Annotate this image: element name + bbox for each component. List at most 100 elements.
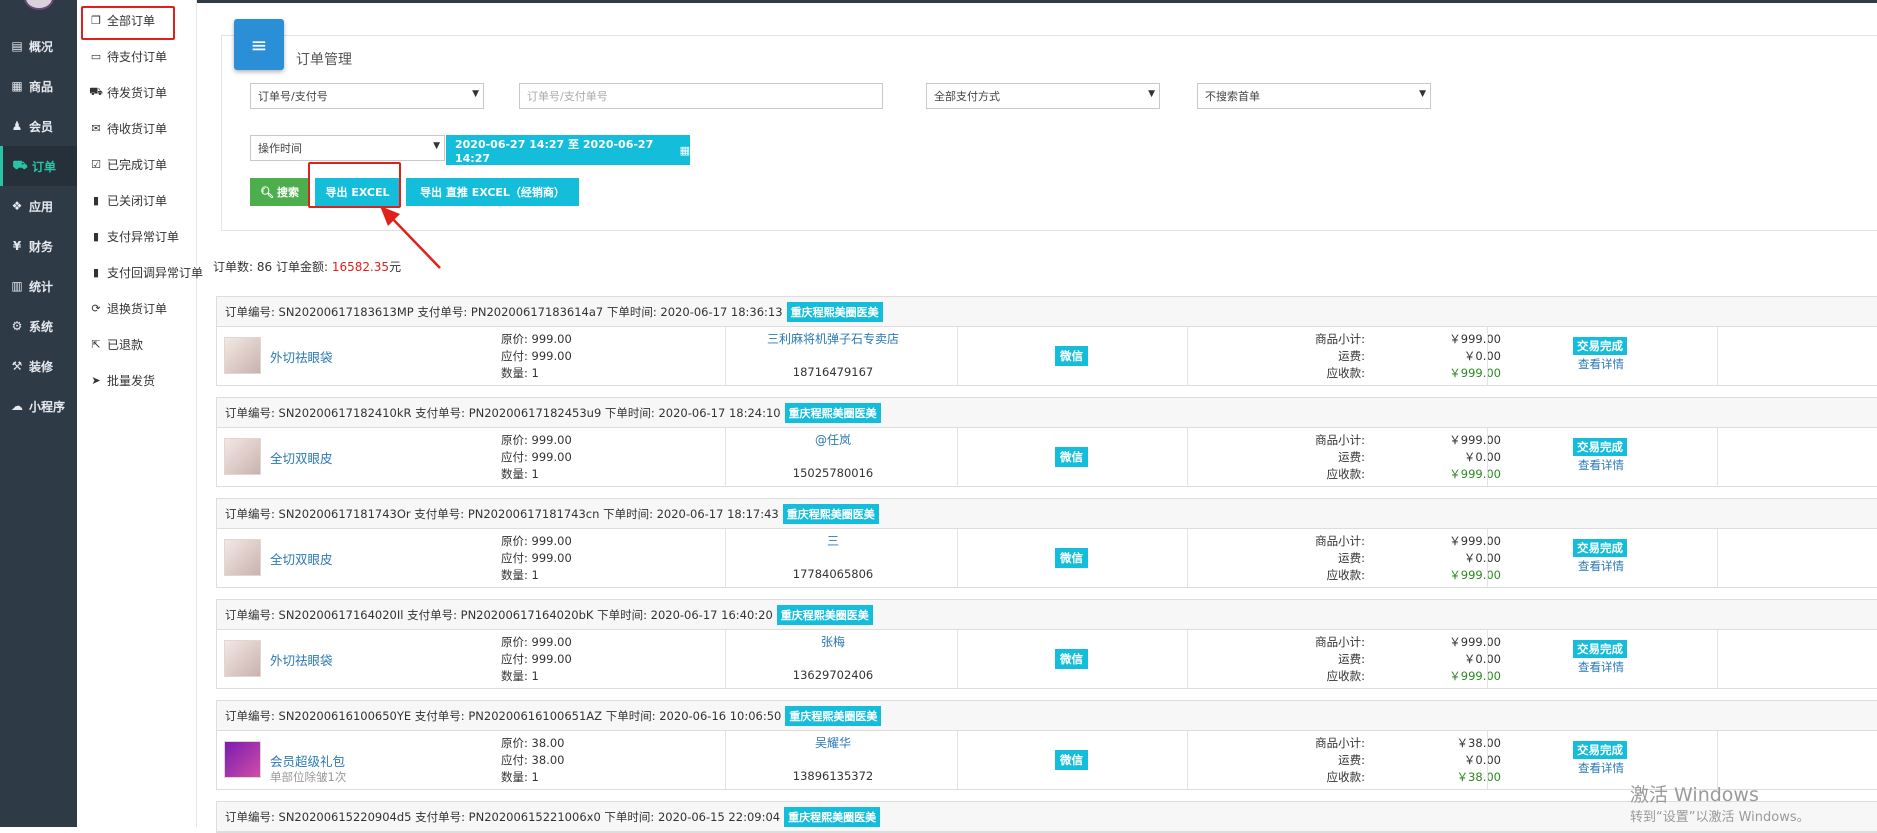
order-header: 订单编号: SN20200616100650YE 支付单号: PN2020061… <box>217 701 1877 731</box>
sidebar-label: 财务 <box>29 239 54 254</box>
subtotal-value: ￥999.00 <box>1449 635 1501 649</box>
order-row: 外切祛眼袋 原价: 999.00 应付: 999.00 数量: 1 张梅 13629702… <box>217 630 1877 688</box>
sidebar-item-miniprogram[interactable]: ☁ 小程序 <box>0 386 77 426</box>
search-button[interactable]: 🔍︎ 搜索 <box>250 178 309 206</box>
subtotal-value: ￥999.00 <box>1449 332 1501 346</box>
sidebar-item-overview[interactable]: ▤ 概况 <box>0 26 77 66</box>
trash-icon: ▮ <box>92 265 100 279</box>
store-badge: 重庆程熙美圈医美 <box>786 301 883 322</box>
view-detail-link[interactable]: 查看详情 <box>1578 760 1624 776</box>
pay-method-select[interactable]: 全部支付方式 ▼ <box>926 83 1160 109</box>
quantity: 数量: 1 <box>501 568 539 582</box>
sidebar-item-decoration[interactable]: ⚒ 装修 <box>0 346 77 386</box>
search-input[interactable]: 订单号/支付单号 <box>519 83 883 109</box>
yen-icon: ¥ <box>12 239 22 253</box>
view-detail-link[interactable]: 查看详情 <box>1578 558 1624 574</box>
buyer-phone: 13896135372 <box>792 769 874 783</box>
payable-price: 应付: 999.00 <box>501 349 572 363</box>
product-name[interactable]: 全切双眼皮 <box>270 549 333 568</box>
divider <box>1487 731 1488 789</box>
time-type-select[interactable]: 操作时间 ▼ <box>250 135 445 161</box>
product-name[interactable]: 全切双眼皮 <box>270 448 333 467</box>
divider <box>957 731 958 789</box>
view-detail-link[interactable]: 查看详情 <box>1578 457 1624 473</box>
date-range-text: 2020-06-27 14:27 至 2020-06-27 14:27 <box>455 137 654 165</box>
select-value: 订单号/支付号 <box>258 90 328 103</box>
sidebar-label: 系统 <box>29 319 54 334</box>
quantity: 数量: 1 <box>501 669 539 683</box>
payable-price: 应付: 999.00 <box>501 450 572 464</box>
divider <box>1487 428 1488 486</box>
send-icon: ➤ <box>91 373 101 387</box>
order-summary: 订单数: 86 订单金额: 16582.35元 <box>213 258 401 275</box>
store-badge: 重庆程熙美圈医美 <box>782 503 879 524</box>
freight-value: ￥0.00 <box>1463 349 1501 363</box>
card-icon: ▭ <box>90 49 102 63</box>
receivable-label: 应收款: <box>1326 366 1365 380</box>
select-value: 不搜索首单 <box>1205 90 1260 103</box>
order-header: 订单编号: SN20200615220904d5 支付单号: PN2020061… <box>217 802 1877 832</box>
caret-down-icon: ▼ <box>472 89 479 99</box>
share-icon: ⇱ <box>91 337 101 351</box>
view-detail-link[interactable]: 查看详情 <box>1578 659 1624 675</box>
product-thumbnail[interactable] <box>224 741 261 778</box>
sidebar-item-stats[interactable]: ▥ 统计 <box>0 266 77 306</box>
store-badge: 重庆程熙美圈医美 <box>785 705 882 726</box>
buyer-name[interactable]: 三 <box>725 532 941 549</box>
search-placeholder: 订单号/支付单号 <box>527 90 608 103</box>
product-name[interactable]: 外切祛眼袋 <box>270 347 333 366</box>
product-name[interactable]: 会员超级礼包 <box>270 751 345 770</box>
product-name[interactable]: 外切祛眼袋 <box>270 650 333 669</box>
submenu-label: 支付异常订单 <box>107 229 180 244</box>
product-thumbnail[interactable] <box>224 640 261 677</box>
product-thumbnail[interactable] <box>224 337 261 374</box>
buyer-name[interactable]: 张梅 <box>725 633 941 650</box>
filter-type-select[interactable]: 订单号/支付号 ▼ <box>250 83 484 109</box>
order-header: 订单编号: SN20200617183613MP 支付单号: PN2020061… <box>217 297 1877 327</box>
divider <box>957 630 958 688</box>
order-meta: 订单编号: SN20200617182410kR 支付单号: PN2020061… <box>225 405 781 420</box>
sidebar-label: 小程序 <box>29 399 66 414</box>
receivable-label: 应收款: <box>1326 669 1365 683</box>
sidebar-item-apps[interactable]: ❖ 应用 <box>0 186 77 226</box>
buyer-name[interactable]: 吴耀华 <box>725 734 941 751</box>
buyer-name[interactable]: @任岚 <box>725 431 941 448</box>
view-detail-link[interactable]: 查看详情 <box>1578 356 1624 372</box>
sidebar-label: 商品 <box>29 79 54 94</box>
date-range-picker[interactable]: 2020-06-27 14:27 至 2020-06-27 14:27 ▦ <box>446 135 690 165</box>
order-meta: 订单编号: SN20200617183613MP 支付单号: PN2020061… <box>225 304 783 319</box>
product-thumbnail[interactable] <box>224 539 261 576</box>
divider <box>1187 529 1188 587</box>
original-price: 原价: 999.00 <box>501 433 572 447</box>
pay-method-badge: 微信 <box>1055 346 1088 366</box>
sidebar-item-finance[interactable]: ¥ 财务 <box>0 226 77 266</box>
receivable-value: ￥999.00 <box>1449 366 1501 380</box>
copy-icon: ❐ <box>91 13 101 27</box>
divider <box>1487 327 1488 385</box>
submenu-label: 已退款 <box>107 337 144 352</box>
divider <box>1187 428 1188 486</box>
subtotal-value: ￥999.00 <box>1449 433 1501 447</box>
subtotal-label: 商品小计: <box>1315 635 1365 649</box>
receivable-label: 应收款: <box>1326 568 1365 582</box>
divider <box>1717 529 1718 587</box>
sidebar-item-orders[interactable]: ⛟ 订单 <box>0 146 77 186</box>
pay-method-badge: 微信 <box>1055 447 1088 467</box>
quantity: 数量: 1 <box>501 770 539 784</box>
trash-icon: ▮ <box>92 229 100 243</box>
buyer-phone: 18716479167 <box>792 365 874 379</box>
sidebar-item-goods[interactable]: ▦ 商品 <box>0 66 77 106</box>
page-title: 订单管理 <box>296 52 352 68</box>
order-row: 外切祛眼袋 原价: 999.00 应付: 999.00 数量: 1 三利麻将机弹子石专卖… <box>217 327 1877 385</box>
sidebar-item-system[interactable]: ⚙ 系统 <box>0 306 77 346</box>
buyer-phone: 15025780016 <box>792 466 874 480</box>
buyer-name[interactable]: 三利麻将机弹子石专卖店 <box>725 330 941 347</box>
first-order-select[interactable]: 不搜索首单 ▼ <box>1197 83 1431 109</box>
divider <box>1187 327 1188 385</box>
main-sidebar: ▤ 概况 ▦ 商品 ♟ 会员 ⛟ 订单 ❖ 应用 ¥ 财务 ▥ 统计 ⚙ 系统 ⚒ 装修 ☁ 小程序 <box>0 0 77 827</box>
product-thumbnail[interactable] <box>224 438 261 475</box>
order-meta: 订单编号: SN20200617181743Or 支付单号: PN2020061… <box>225 506 779 521</box>
quantity: 数量: 1 <box>501 467 539 481</box>
divider <box>957 529 958 587</box>
sidebar-item-members[interactable]: ♟ 会员 <box>0 106 77 146</box>
